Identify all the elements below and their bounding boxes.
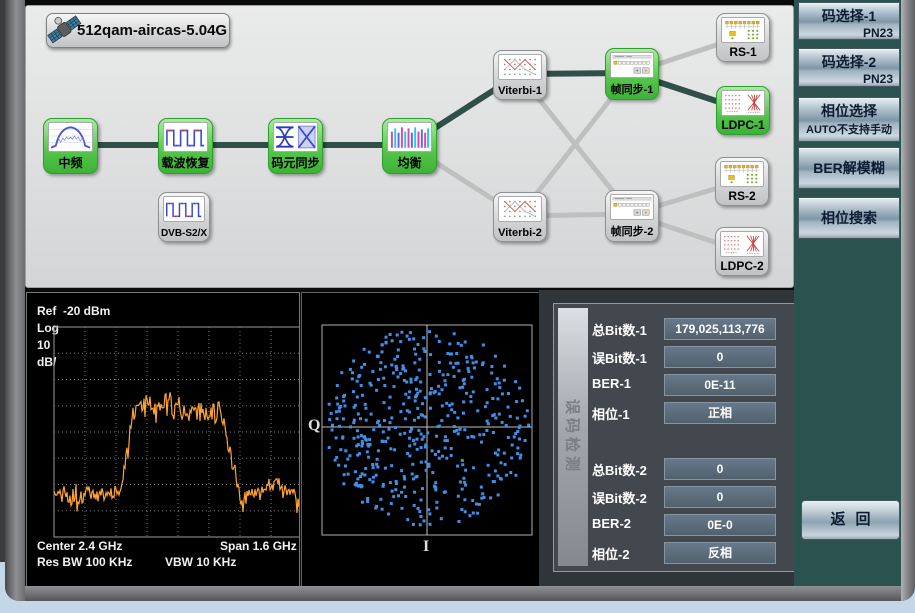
phase-1-label: 相位-1 xyxy=(592,404,666,423)
ldpc-graph-icon xyxy=(720,231,764,257)
window-frame-left xyxy=(5,0,25,601)
block-dvb-s2x[interactable]: DVB-S2/X xyxy=(158,192,210,242)
signal-chain-panel: 512qam-aircas-5.04G 中频 载波恢复 xyxy=(25,5,794,288)
block-ldpc-2[interactable]: LDPC-2 xyxy=(715,227,769,276)
phase-1-value: 正相 xyxy=(664,402,776,424)
phase-2-label: 相位-2 xyxy=(592,544,666,563)
return-button[interactable]: 返回 xyxy=(801,500,900,540)
block-label: 中频 xyxy=(58,154,82,171)
block-symbol-sync[interactable]: 码元同步 xyxy=(268,118,323,174)
square-wave-icon xyxy=(163,122,208,152)
block-label: 均衡 xyxy=(397,154,421,171)
constellation-plot xyxy=(302,293,540,586)
button-label: 码选择-2 xyxy=(799,49,899,72)
ber-deambiguity-button[interactable]: BER解模糊 xyxy=(798,147,900,189)
rbw-label: Res BW 100 KHz xyxy=(37,555,132,569)
block-label: LDPC-1 xyxy=(721,118,764,132)
spectrum-analyzer-panel: Ref -20 dBm Log 10 dB/ Center 2.4 GHz Sp… xyxy=(26,292,300,587)
block-rs-1[interactable]: RS-1 xyxy=(716,13,770,62)
block-viterbi-1[interactable]: Viterbi-1 xyxy=(493,50,547,100)
rs-code-icon xyxy=(721,17,765,43)
eye-diagram-icon xyxy=(273,122,318,152)
phase-search-button[interactable]: 相位搜索 xyxy=(798,197,900,239)
phase-select-button[interactable]: 相位选择 AUTO不支持手动 xyxy=(798,97,900,142)
error-bits-1-label: 误Bit数-1 xyxy=(592,348,666,367)
center-freq-label: Center 2.4 GHz xyxy=(37,539,122,553)
total-bits-2-value: 0 xyxy=(664,458,776,480)
block-label: RS-2 xyxy=(728,189,755,203)
error-bits-2-value: 0 xyxy=(664,486,776,508)
button-label: 相位选择 xyxy=(799,98,899,121)
frame-sync-icon xyxy=(610,52,654,78)
ldpc-graph-icon xyxy=(721,90,765,116)
phase-2-value: 反相 xyxy=(664,542,776,564)
total-bits-1-value: 179,025,113,776 xyxy=(664,318,776,340)
window-frame-right xyxy=(901,0,915,601)
ber-2-value: 0E-0 xyxy=(664,514,776,536)
ber-1-value: 0E-11 xyxy=(664,374,776,396)
block-ldpc-1[interactable]: LDPC-1 xyxy=(716,86,770,135)
trellis-icon xyxy=(498,196,542,222)
block-label: 帧同步-1 xyxy=(611,81,654,97)
block-label: DVB-S2/X xyxy=(161,228,207,239)
error-detection-panel: 误码检测 总Bit数-1 179,025,113,776 误Bit数-1 0 B… xyxy=(553,303,795,572)
rs-code-icon xyxy=(720,161,764,187)
frame-sync-icon xyxy=(610,194,654,220)
block-label: Viterbi-2 xyxy=(498,227,542,239)
code-select-1-button[interactable]: 码选择-1 PN23 xyxy=(798,2,900,40)
total-bits-2-label: 总Bit数-2 xyxy=(592,460,666,479)
button-value: AUTO不支持手动 xyxy=(799,121,899,137)
constellation-panel: Q I xyxy=(301,292,541,587)
error-detection-side-bar: 误码检测 xyxy=(558,308,588,566)
block-rs-2[interactable]: RS-2 xyxy=(715,157,769,206)
scenario-title-button[interactable]: 512qam-aircas-5.04G xyxy=(46,13,230,48)
control-sidebar: 码选择-1 PN23 码选择-2 PN23 相位选择 AUTO不支持手动 BER… xyxy=(794,0,902,586)
trellis-icon xyxy=(498,54,542,80)
spectrum-hump-icon xyxy=(48,122,93,152)
scenario-title: 512qam-aircas-5.04G xyxy=(77,14,227,47)
square-wave-icon xyxy=(163,196,205,222)
span-label: Span 1.6 GHz xyxy=(220,539,297,553)
button-label: 码选择-1 xyxy=(799,3,899,26)
window-frame-bottom xyxy=(5,586,915,601)
block-viterbi-2[interactable]: Viterbi-2 xyxy=(493,192,547,242)
button-label: BER解模糊 xyxy=(799,148,899,188)
block-label: 码元同步 xyxy=(271,154,319,171)
block-frame-sync-1[interactable]: 帧同步-1 xyxy=(605,48,659,100)
button-value: PN23 xyxy=(799,72,899,86)
block-carrier-recovery[interactable]: 载波恢复 xyxy=(158,118,213,174)
block-frame-sync-2[interactable]: 帧同步-2 xyxy=(605,190,659,242)
block-label: 载波恢复 xyxy=(161,154,209,171)
total-bits-1-label: 总Bit数-1 xyxy=(592,320,666,339)
button-value: PN23 xyxy=(799,26,899,40)
ber-1-label: BER-1 xyxy=(592,376,666,391)
block-if[interactable]: 中频 xyxy=(43,118,98,174)
error-bits-2-label: 误Bit数-2 xyxy=(592,488,666,507)
ber-2-label: BER-2 xyxy=(592,516,666,531)
block-label: Viterbi-1 xyxy=(498,85,542,97)
spectrum-trace xyxy=(54,392,299,513)
button-label: 相位搜索 xyxy=(799,198,899,238)
error-bits-1-value: 0 xyxy=(664,346,776,368)
block-label: LDPC-2 xyxy=(720,259,763,273)
code-select-2-button[interactable]: 码选择-2 PN23 xyxy=(798,48,900,87)
block-label: RS-1 xyxy=(729,45,756,59)
error-detection-title: 误码检测 xyxy=(563,399,584,475)
block-label: 帧同步-2 xyxy=(611,223,654,239)
block-equalizer[interactable]: 均衡 xyxy=(382,118,437,174)
vbw-label: VBW 10 KHz xyxy=(165,555,236,569)
equalizer-bars-icon xyxy=(387,122,432,152)
